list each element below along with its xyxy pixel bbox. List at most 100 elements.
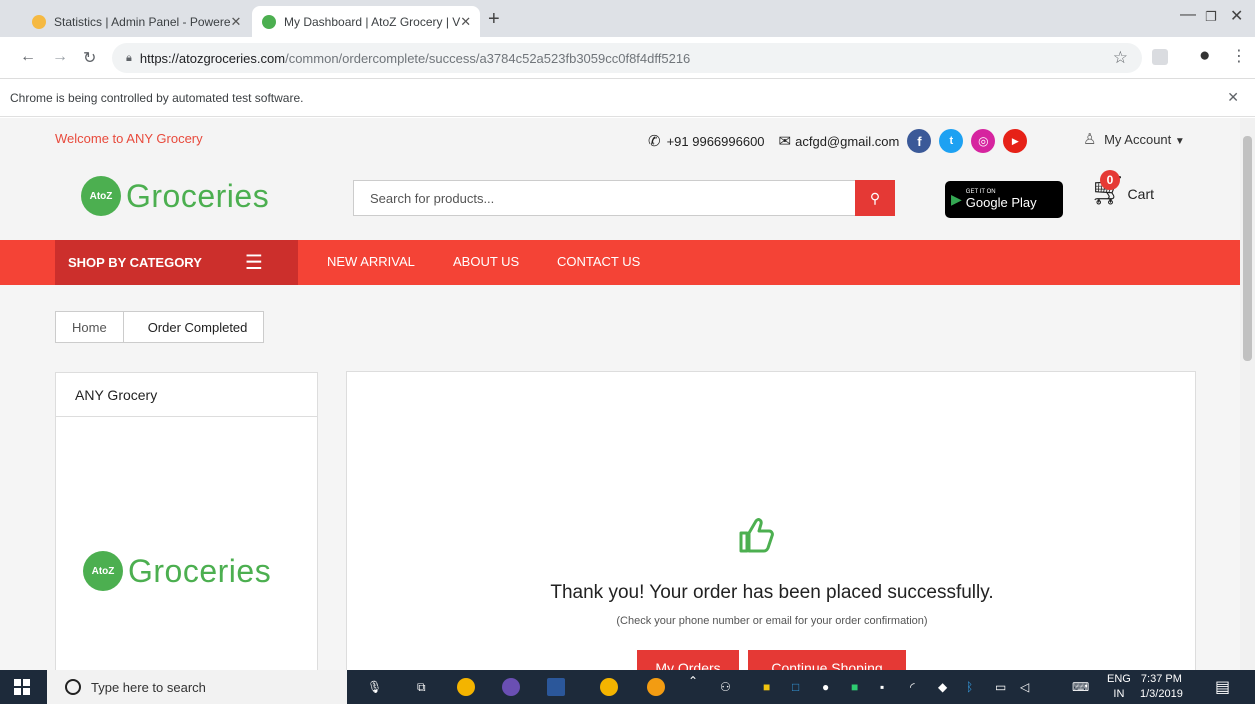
order-complete-panel: Thank you! Your order has been placed su… xyxy=(346,371,1196,670)
taskbar-search[interactable]: Type here to search xyxy=(47,670,347,704)
new-tab-icon[interactable]: + xyxy=(488,8,500,31)
bookmark-star-icon[interactable]: ☆ xyxy=(1113,48,1128,68)
tray-app-icon-1[interactable]: ■ xyxy=(763,680,770,694)
cart-badge-icon: AtoZ xyxy=(81,176,121,216)
success-title: Thank you! Your order has been placed su… xyxy=(550,582,994,603)
tray-app-icon-2[interactable]: □ xyxy=(792,680,799,694)
bluetooth-icon[interactable]: ᛒ xyxy=(966,680,973,694)
clock-date: 1/3/2019 xyxy=(1140,688,1183,700)
cart-button[interactable]: 🛒︎ 0 Cart xyxy=(1090,170,1154,206)
twitter-icon[interactable]: t xyxy=(939,129,964,153)
continue-shopping-button[interactable]: Continue Shoping xyxy=(748,650,906,670)
user-icon: ♙ xyxy=(1083,131,1097,148)
browser-tab-strip: Statistics | Admin Panel - Powere ✕ My D… xyxy=(0,0,1255,37)
reload-icon[interactable]: ↻ xyxy=(83,48,96,68)
my-orders-button[interactable]: My Orders xyxy=(637,650,739,670)
people-icon[interactable]: ⚇ xyxy=(720,680,731,694)
extension-icon[interactable] xyxy=(1152,49,1168,65)
forward-arrow-icon[interactable]: → xyxy=(52,48,68,66)
mail-icon: ✉ xyxy=(778,133,792,150)
success-subtitle: (Check your phone number or email for yo… xyxy=(616,615,928,627)
notifications-icon[interactable]: ▤ xyxy=(1215,677,1230,697)
task-view-icon[interactable]: ⧉ xyxy=(417,680,426,695)
phone-number[interactable]: +91 9966996600 xyxy=(667,134,765,149)
tab-close-icon[interactable]: ✕ xyxy=(460,14,471,30)
tray-app-icon-4[interactable]: ■ xyxy=(851,680,858,694)
restore-icon[interactable]: ❐ xyxy=(1205,9,1217,25)
tab-my-dashboard[interactable]: My Dashboard | AtoZ Grocery | V ✕ xyxy=(252,6,480,37)
cortana-icon xyxy=(65,679,81,695)
shop-by-category-button[interactable]: SHOP BY CATEGORY ☰ xyxy=(55,240,298,285)
facebook-icon[interactable]: f xyxy=(907,129,932,153)
site-header: AtoZ Groceries ⚲ ▶ GET IT ON Google Play… xyxy=(0,158,1240,240)
site-logo[interactable]: AtoZ Groceries xyxy=(81,176,269,216)
infobar-close-icon[interactable]: ✕ xyxy=(1227,89,1239,106)
tray-app-icon-3[interactable]: ● xyxy=(822,680,829,694)
product-search: ⚲ xyxy=(353,180,895,216)
thumbs-up-icon xyxy=(739,518,774,553)
shopping-cart-icon: 🛒︎ 0 xyxy=(1090,170,1126,206)
keyboard-icon[interactable]: ⌨ xyxy=(1072,680,1089,694)
show-hidden-icons-chevron-icon[interactable]: ⌃ xyxy=(688,674,698,688)
chrome-taskbar-icon-2[interactable] xyxy=(600,678,618,696)
sidebar-panel: ANY Grocery AtoZ Groceries xyxy=(55,372,318,670)
chrome-canary-taskbar-icon[interactable] xyxy=(647,678,665,696)
eclipse-taskbar-icon[interactable] xyxy=(502,678,520,696)
search-input[interactable] xyxy=(353,180,855,216)
network-icon[interactable]: ◜ xyxy=(910,680,915,694)
nav-contact-us[interactable]: CONTACT US xyxy=(557,254,640,269)
clock-time: 7:37 PM xyxy=(1140,673,1182,685)
back-arrow-icon[interactable]: ← xyxy=(20,48,36,66)
tray-app-icon-5[interactable]: ▪ xyxy=(880,680,884,694)
window-close-icon[interactable]: ✕ xyxy=(1230,6,1243,26)
tab-favicon-icon xyxy=(32,14,46,29)
url-path: /common/ordercomplete/success/a3784c52a5… xyxy=(285,50,691,66)
url-omnibox[interactable]: 🔒︎ https://atozgroceries.com /common/ord… xyxy=(112,43,1142,73)
sidebar-logo: AtoZ Groceries xyxy=(83,551,271,591)
tab-label: My Dashboard | AtoZ Grocery | V xyxy=(284,14,461,29)
system-clock[interactable]: 7:37 PM 1/3/2019 xyxy=(1140,672,1183,702)
volume-icon[interactable]: ◁ xyxy=(1020,680,1029,694)
nav-new-arrival[interactable]: NEW ARRIVAL xyxy=(327,254,415,269)
logo-word: Groceries xyxy=(126,177,270,214)
breadcrumb-home[interactable]: Home xyxy=(55,311,124,343)
microphone-icon[interactable]: 🎙︎ xyxy=(367,680,382,694)
chrome-taskbar-icon[interactable] xyxy=(457,678,475,696)
word-taskbar-icon[interactable] xyxy=(547,678,565,696)
windows-taskbar: Type here to search 🎙︎ ⧉ ⌃ ⚇ ■ □ ● ■ ▪ ◜… xyxy=(0,670,1255,704)
logo-word: Groceries xyxy=(128,552,272,589)
page-viewport: Welcome to ANY Grocery ✆ +91 9966996600 … xyxy=(0,118,1240,670)
contact-info: ✆ +91 9966996600 ✉ acfgd@gmail.com f t ◎… xyxy=(648,129,1028,153)
my-account-menu[interactable]: ♙ My Account ▼ xyxy=(1083,130,1185,148)
cart-badge-icon: AtoZ xyxy=(83,551,123,591)
breadcrumb: Home Order Completed xyxy=(55,311,265,343)
tab-close-icon[interactable]: ✕ xyxy=(231,14,242,30)
search-icon: ⚲ xyxy=(869,189,881,206)
my-account-label: My Account xyxy=(1104,132,1172,147)
infobar-text: Chrome is being controlled by automated … xyxy=(10,90,304,105)
tab-admin-statistics[interactable]: Statistics | Admin Panel - Powere ✕ xyxy=(22,6,248,37)
profile-icon[interactable]: ● xyxy=(1199,45,1210,67)
input-language[interactable]: ENG IN xyxy=(1107,672,1131,702)
hamburger-icon: ☰ xyxy=(245,252,263,274)
email-address[interactable]: acfgd@gmail.com xyxy=(795,134,899,149)
windows-start-icon[interactable] xyxy=(14,679,30,695)
main-nav: SHOP BY CATEGORY ☰ NEW ARRIVAL ABOUT US … xyxy=(0,240,1240,285)
automation-infobar: Chrome is being controlled by automated … xyxy=(0,79,1255,117)
battery-icon[interactable]: ▭ xyxy=(995,680,1006,694)
scrollbar-thumb[interactable] xyxy=(1243,136,1252,361)
search-button[interactable]: ⚲ xyxy=(855,180,895,216)
play-triangle-icon: ▶ xyxy=(951,191,962,207)
chevron-down-icon: ▼ xyxy=(1174,136,1185,147)
menu-kebab-icon[interactable]: ⋮ xyxy=(1231,46,1247,66)
youtube-icon[interactable]: ▶ xyxy=(1003,129,1028,153)
instagram-icon[interactable]: ◎ xyxy=(971,129,996,153)
minimize-icon[interactable]: — xyxy=(1180,6,1196,24)
google-play-button[interactable]: ▶ GET IT ON Google Play xyxy=(945,181,1063,218)
address-bar: ← → ↻ 🔒︎ https://atozgroceries.com /comm… xyxy=(0,37,1255,79)
url-host: https://atozgroceries.com xyxy=(139,50,286,66)
nav-about-us[interactable]: ABOUT US xyxy=(453,254,519,269)
security-icon[interactable]: ◆ xyxy=(938,680,947,694)
page-scrollbar[interactable] xyxy=(1240,118,1255,670)
phone-icon: ✆ xyxy=(648,133,661,150)
